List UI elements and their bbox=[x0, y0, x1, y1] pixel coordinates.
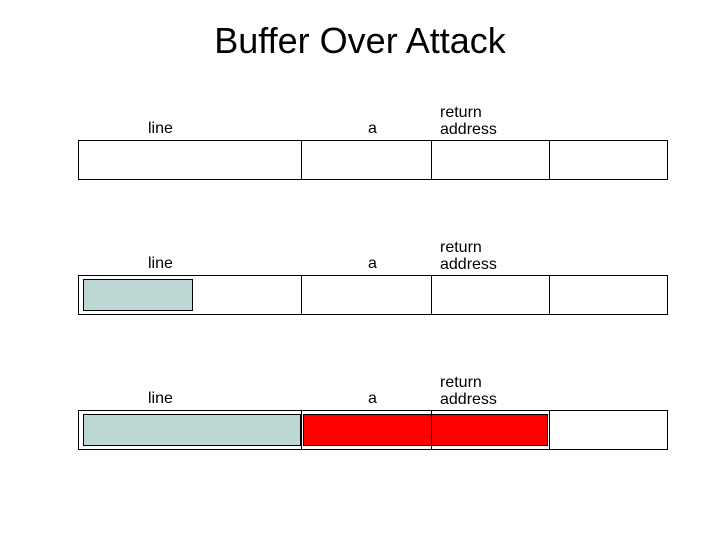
cell-divider bbox=[431, 411, 432, 449]
stage-2-labels: line a return address bbox=[78, 235, 668, 275]
cell-divider bbox=[431, 276, 432, 314]
stack-stage-2: line a return address bbox=[78, 235, 668, 315]
label-return-address: return address bbox=[440, 104, 497, 138]
label-a: a bbox=[368, 120, 377, 138]
stack-stage-3: line a return address bbox=[78, 370, 668, 450]
stage-3-labels: line a return address bbox=[78, 370, 668, 410]
cell-divider bbox=[431, 141, 432, 179]
stack-row-1 bbox=[78, 140, 668, 180]
buffer-fill-partial bbox=[83, 279, 193, 311]
label-line: line bbox=[148, 255, 173, 273]
stack-stage-1: line a return address bbox=[78, 100, 668, 180]
cell-divider bbox=[549, 276, 550, 314]
label-a: a bbox=[368, 255, 377, 273]
label-return-address: return address bbox=[440, 239, 497, 273]
stage-1-labels: line a return address bbox=[78, 100, 668, 140]
buffer-overflow-fill bbox=[303, 414, 548, 446]
label-line: line bbox=[148, 120, 173, 138]
cell-divider bbox=[549, 411, 550, 449]
stack-row-3 bbox=[78, 410, 668, 450]
label-a: a bbox=[368, 390, 377, 408]
cell-divider bbox=[301, 141, 302, 179]
cell-divider bbox=[549, 141, 550, 179]
stack-row-2 bbox=[78, 275, 668, 315]
buffer-fill-full bbox=[83, 414, 301, 446]
cell-divider bbox=[301, 411, 302, 449]
label-line: line bbox=[148, 390, 173, 408]
label-return-address: return address bbox=[440, 374, 497, 408]
cell-divider bbox=[301, 276, 302, 314]
page-title: Buffer Over Attack bbox=[0, 20, 720, 62]
